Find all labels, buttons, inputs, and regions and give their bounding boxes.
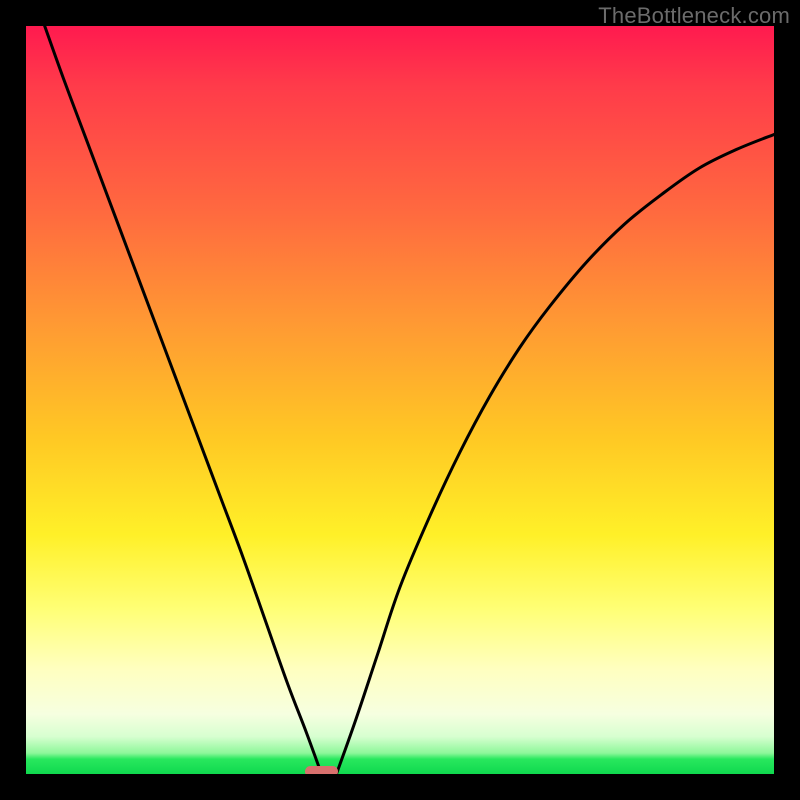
chart-frame: TheBottleneck.com	[0, 0, 800, 800]
curve-right-branch	[336, 134, 774, 774]
minimum-marker	[305, 766, 339, 774]
bottleneck-curve	[26, 26, 774, 774]
watermark-text: TheBottleneck.com	[598, 3, 790, 29]
plot-area	[26, 26, 774, 774]
curve-left-branch	[45, 26, 322, 774]
